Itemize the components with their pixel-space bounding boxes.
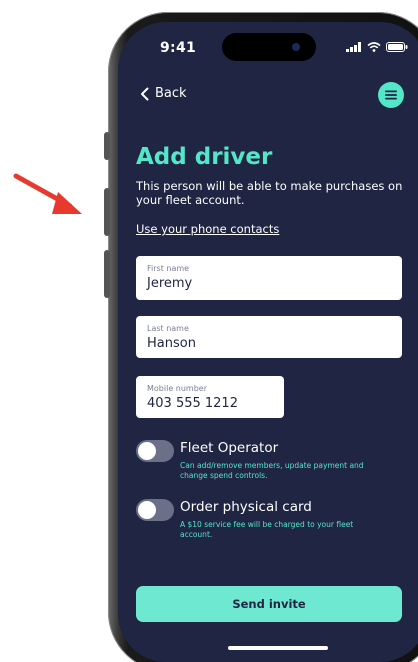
mobile-number-value: 403 555 1212 xyxy=(147,396,238,411)
mobile-number-field[interactable]: Mobile number 403 555 1212 xyxy=(136,376,284,418)
use-phone-contacts-link[interactable]: Use your phone contacts xyxy=(136,222,279,236)
phone-volume-up xyxy=(104,188,110,236)
last-name-field[interactable]: Last name Hanson xyxy=(136,316,402,358)
chevron-left-icon xyxy=(141,87,149,100)
last-name-label: Last name xyxy=(147,324,189,333)
fleet-operator-row: Fleet Operator Can add/remove members, u… xyxy=(136,440,386,486)
fleet-operator-toggle[interactable] xyxy=(136,440,174,462)
home-indicator xyxy=(228,646,328,650)
dynamic-island xyxy=(222,33,316,61)
toggle-knob xyxy=(138,501,156,519)
signal-icon xyxy=(346,42,361,52)
menu-button[interactable] xyxy=(378,82,404,108)
first-name-label: First name xyxy=(147,264,190,273)
nav-bar: Back xyxy=(118,82,418,116)
order-physical-card-title: Order physical card xyxy=(180,499,312,515)
order-card-row: Order physical card A $10 service fee wi… xyxy=(136,499,386,545)
phone-side-button xyxy=(104,132,110,160)
status-bar: 9:41 xyxy=(118,22,418,70)
last-name-value: Hanson xyxy=(147,336,196,351)
send-invite-button[interactable]: Send invite xyxy=(136,586,402,622)
order-physical-card-toggle[interactable] xyxy=(136,499,174,521)
first-name-field[interactable]: First name Jeremy xyxy=(136,256,402,300)
stage: 9:41 Back Add driver This person will be… xyxy=(0,0,418,662)
fleet-operator-title: Fleet Operator xyxy=(180,440,279,456)
red-arrow-icon xyxy=(13,173,82,214)
phone-volume-down xyxy=(104,250,110,298)
status-icons xyxy=(346,42,408,52)
wifi-icon xyxy=(367,42,381,52)
back-button[interactable]: Back xyxy=(140,86,187,101)
toggle-knob xyxy=(138,442,156,460)
page-subtitle: This person will be able to make purchas… xyxy=(136,179,403,207)
order-physical-card-description: A $10 service fee will be charged to you… xyxy=(180,520,354,539)
first-name-value: Jeremy xyxy=(147,276,193,291)
phone-screen: 9:41 Back Add driver This person will be… xyxy=(118,22,418,662)
battery-icon xyxy=(386,42,408,52)
camera-icon xyxy=(292,43,300,51)
mobile-number-label: Mobile number xyxy=(147,384,208,393)
page-title: Add driver xyxy=(136,144,273,170)
menu-icon xyxy=(385,90,397,100)
status-time: 9:41 xyxy=(160,40,197,56)
fleet-operator-description: Can add/remove members, update payment a… xyxy=(180,461,364,480)
back-label: Back xyxy=(155,86,187,101)
